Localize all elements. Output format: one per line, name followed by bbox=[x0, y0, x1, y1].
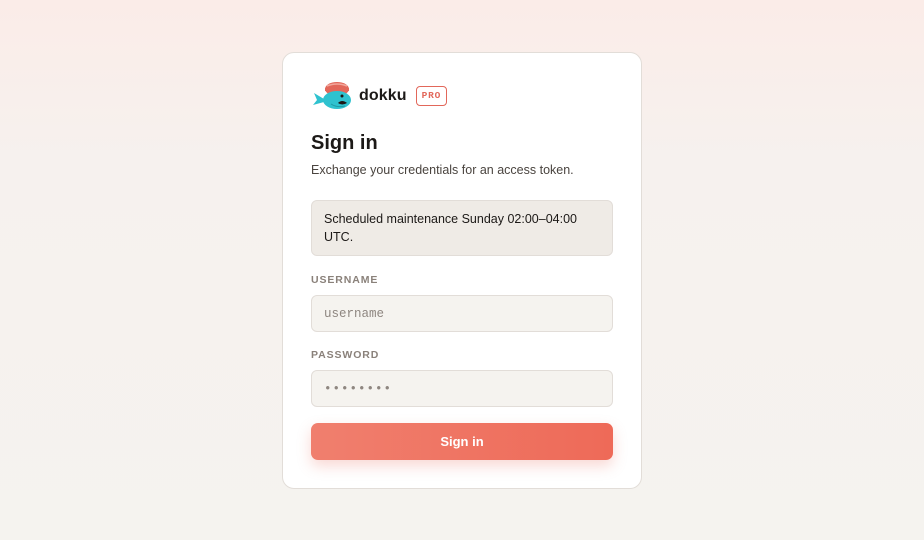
password-input[interactable] bbox=[311, 370, 613, 407]
password-label: PASSWORD bbox=[311, 349, 380, 361]
sign-in-button[interactable]: Sign in bbox=[311, 423, 613, 460]
maintenance-notice: Scheduled maintenance Sunday 02:00–04:00… bbox=[311, 200, 613, 256]
brand-name: dokku bbox=[359, 87, 407, 104]
page-subtitle: Exchange your credentials for an access … bbox=[311, 163, 574, 177]
page-title: Sign in bbox=[311, 132, 378, 154]
whale-logo-icon bbox=[311, 81, 353, 111]
pro-badge: PRO bbox=[415, 86, 448, 106]
username-input[interactable] bbox=[311, 295, 613, 332]
signin-card: dokku PRO Sign in Exchange your credenti… bbox=[282, 52, 642, 489]
brand-header: dokku PRO bbox=[311, 81, 448, 111]
username-label: USERNAME bbox=[311, 274, 379, 286]
